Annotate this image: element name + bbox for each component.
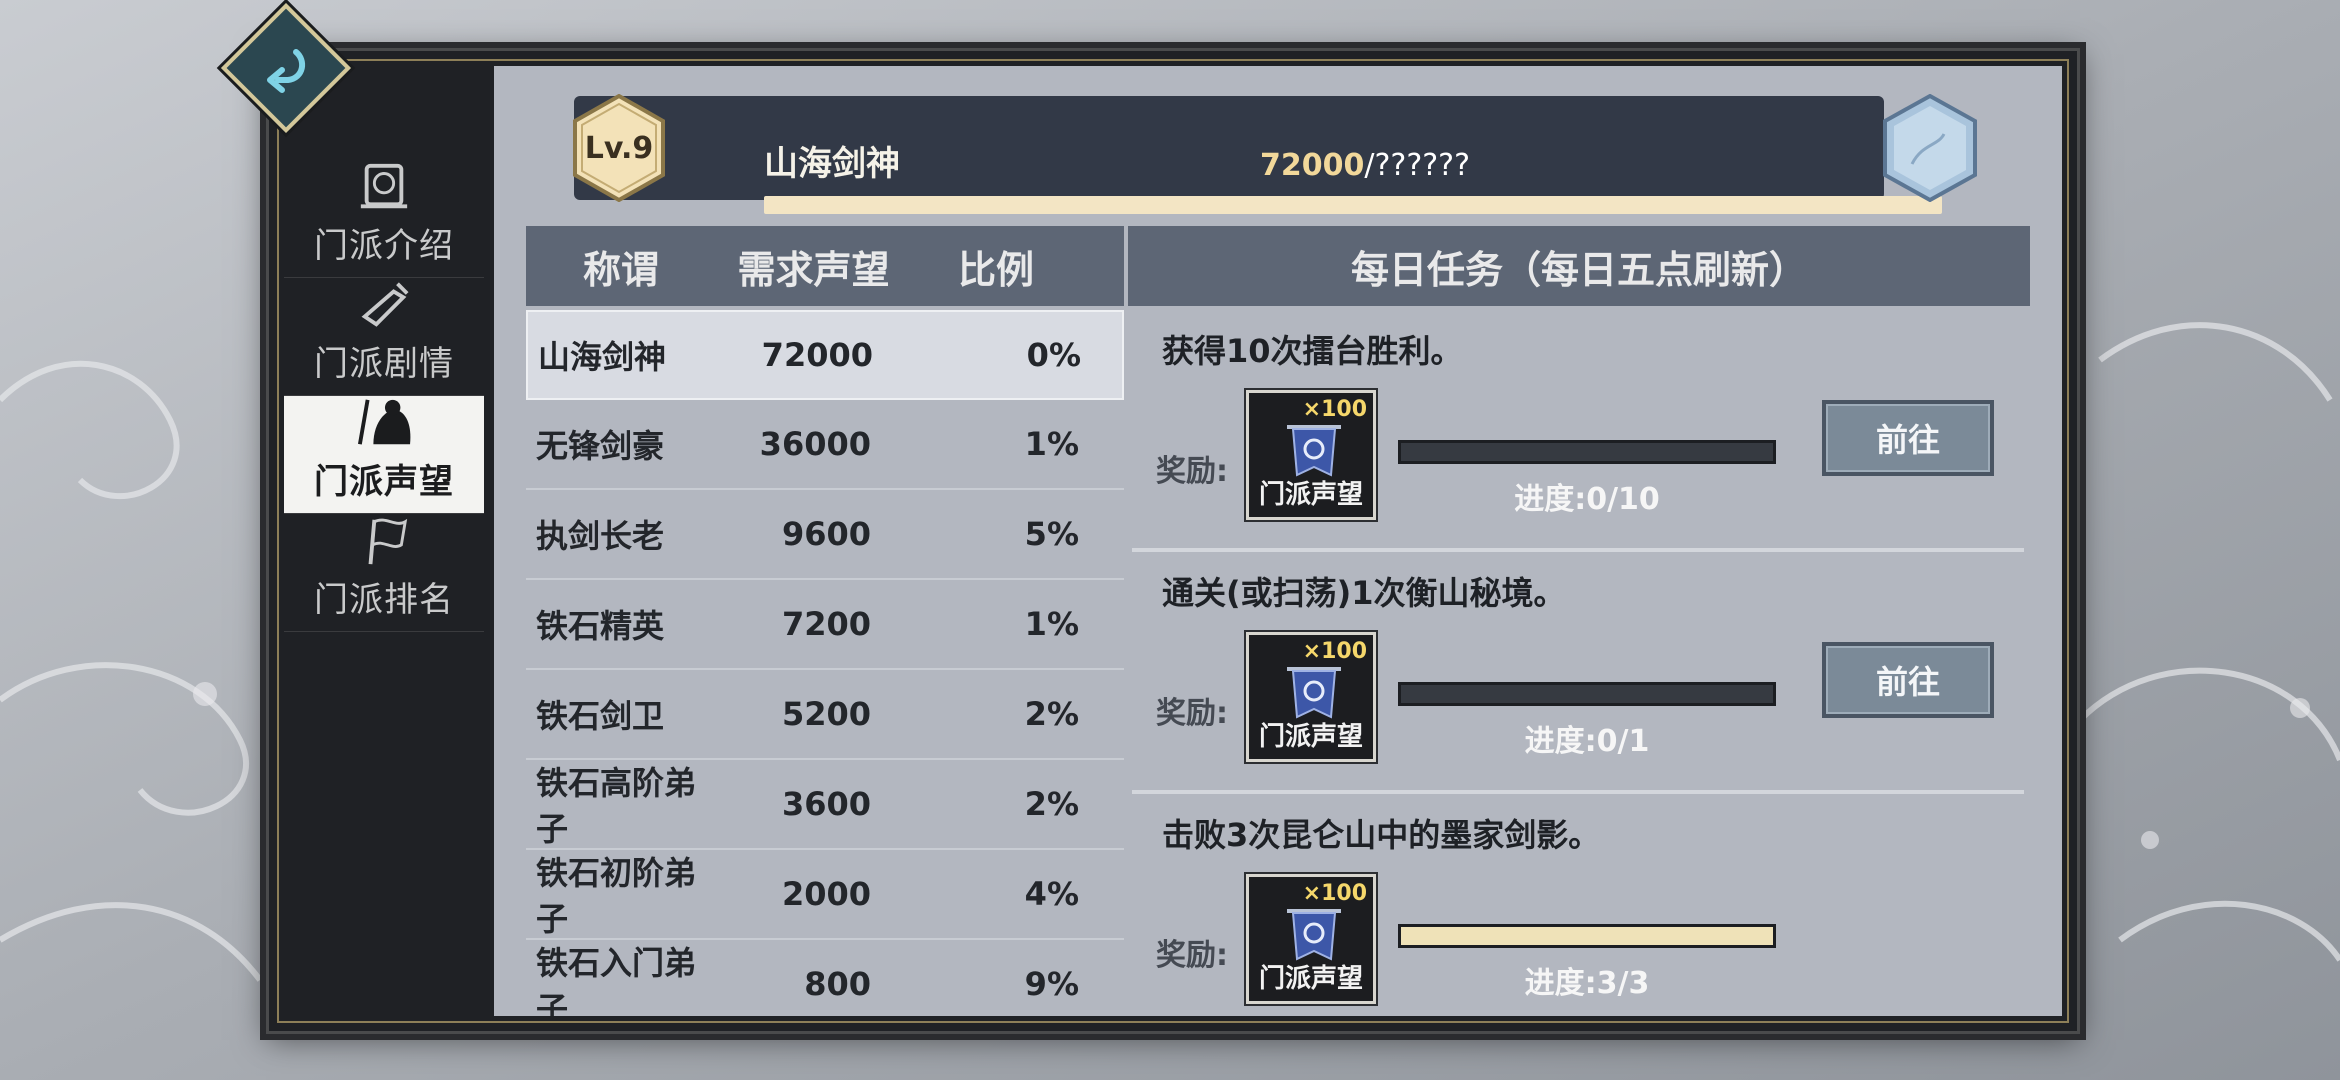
task-progress-fill (1401, 927, 1773, 945)
reward-item[interactable]: ×100 门派声望 (1246, 874, 1376, 1004)
reward-name: 门派声望 (1258, 480, 1363, 510)
title-name: 山海剑神 (538, 338, 667, 376)
col-title: 称谓 (582, 247, 659, 292)
sidebar-item-label: 门派介绍 (314, 226, 454, 266)
reward-item[interactable]: ×100 门派声望 (1246, 632, 1376, 762)
table-row: 执剑长老 9600 5% (526, 490, 1124, 580)
task-progress-text: 进度:0/1 (1524, 724, 1650, 759)
reward-name: 门派声望 (1258, 964, 1363, 994)
scroll-medallion-icon (360, 163, 408, 209)
title-name: 执剑长老 (536, 517, 665, 555)
sidebar-item-reputation[interactable]: 门派声望 (284, 396, 484, 514)
table-row: 铁石初阶弟子 2000 4% (526, 850, 1124, 940)
title-name: 无锋剑豪 (536, 427, 665, 465)
daily-tasks-header: 每日任务（每日五点刷新） (1128, 226, 2030, 306)
reward-name: 门派声望 (1258, 722, 1363, 752)
level-progress-fill (764, 196, 1942, 214)
title-required: 9600 (781, 515, 871, 553)
sidebar-item-story[interactable]: 门派剧情 (284, 278, 484, 396)
task-progress-text: 进度:3/3 (1524, 966, 1650, 1001)
title-ratio: 0% (1026, 336, 1081, 374)
daily-task-list: 获得10次擂台胜利。 奖励: ×100 门派声望 进度:0/10 前往 通关(或扫荡)1次衡… (1132, 310, 2024, 1016)
task-progress-track (1398, 440, 1776, 464)
back-arrow-icon (267, 49, 306, 94)
title-name: 铁石高阶弟子 (536, 764, 697, 848)
reward-label: 奖励: (1156, 938, 1228, 973)
ranking-flag-icon (368, 518, 408, 565)
task-progress-text: 进度:0/10 (1514, 482, 1660, 517)
level-progress-track (764, 196, 1942, 214)
title-required: 2000 (781, 875, 871, 913)
task-progress-track (1398, 682, 1776, 706)
reward-label: 奖励: (1156, 696, 1228, 731)
sidebar-item-label: 门派声望 (314, 462, 454, 502)
table-row: 无锋剑豪 36000 1% (526, 400, 1124, 490)
level-badge-text: Lv.9 (584, 130, 654, 166)
titles-table-header: 称谓 需求声望 比例 (526, 226, 1124, 306)
reward-label: 奖励: (1156, 454, 1228, 489)
level-current: 72000 (1260, 148, 1365, 183)
title-required: 3600 (781, 785, 871, 823)
table-row: 山海剑神 72000 0% (526, 310, 1124, 400)
title-required: 7200 (781, 605, 871, 643)
sidebar-item-label: 门派剧情 (314, 344, 454, 384)
title-required: 5200 (781, 695, 871, 733)
level-max: /?????? (1364, 148, 1471, 183)
daily-task: 击败3次昆仑山中的墨家剑影。奖励: ×100 门派声望 进度:3/3 (1132, 794, 2024, 1016)
table-row: 铁石入门弟子 800 9% (526, 940, 1124, 1016)
titles-table: 山海剑神 72000 0% 无锋剑豪 36000 1% 执剑长老 9600 5% 铁石精英 7200… (526, 310, 1124, 1016)
reward-quantity: ×100 (1302, 881, 1367, 906)
title-name: 铁石入门弟子 (536, 944, 697, 1016)
title-required: 72000 (761, 336, 873, 374)
task-progress-track (1398, 924, 1776, 948)
level-badge: Lv.9 (572, 94, 666, 202)
level-bar: 山海剑神 72000/?????? (574, 96, 1942, 214)
sidebar-item-ranking[interactable]: 门派排名 (284, 514, 484, 632)
go-button[interactable]: 前往 (1822, 400, 1994, 476)
reward-quantity: ×100 (1302, 397, 1367, 422)
go-button[interactable]: 前往 (1822, 642, 1994, 718)
level-progress-text: 72000/?????? (1260, 148, 1660, 183)
table-row: 铁石高阶弟子 3600 2% (526, 760, 1124, 850)
title-ratio: 1% (1024, 425, 1079, 463)
table-row: 铁石精英 7200 1% (526, 580, 1124, 670)
title-name: 铁石初阶弟子 (536, 854, 697, 938)
warrior-banner-icon (357, 399, 411, 445)
task-description: 击败3次昆仑山中的墨家剑影。 (1162, 816, 1601, 854)
title-ratio: 5% (1024, 515, 1079, 553)
table-row: 铁石剑卫 5200 2% (526, 670, 1124, 760)
title-ratio: 2% (1024, 785, 1079, 823)
sidebar-item-label: 门派排名 (314, 580, 454, 620)
daily-task: 通关(或扫荡)1次衡山秘境。奖励: ×100 门派声望 进度:0/1 前往 (1132, 552, 2024, 794)
reputation-panel: 山海剑神 72000/?????? Lv.9 称谓 需求声望 比例 山海剑神 72… (494, 66, 2062, 1016)
quill-scroll-icon (361, 282, 409, 327)
title-ratio: 2% (1024, 695, 1079, 733)
level-title: 山海剑神 (764, 144, 900, 184)
title-ratio: 9% (1024, 965, 1079, 1003)
sect-sidebar: 门派介绍 门派剧情 门派声望 门派排名 (284, 160, 484, 632)
task-description: 获得10次擂台胜利。 (1162, 332, 1463, 370)
col-ratio: 比例 (957, 247, 1034, 292)
title-ratio: 1% (1024, 605, 1079, 643)
daily-task: 获得10次擂台胜利。奖励: ×100 门派声望 进度:0/10 前往 (1132, 310, 2024, 552)
sidebar-item-intro[interactable]: 门派介绍 (284, 160, 484, 278)
title-required: 36000 (759, 425, 871, 463)
title-name: 铁石精英 (536, 607, 665, 645)
title-required: 800 (804, 965, 871, 1003)
reward-quantity: ×100 (1302, 639, 1367, 664)
task-description: 通关(或扫荡)1次衡山秘境。 (1162, 574, 1566, 612)
reward-item[interactable]: ×100 门派声望 (1246, 390, 1376, 520)
col-required: 需求声望 (737, 247, 890, 292)
blue-hex-gem-icon (1882, 93, 1978, 203)
title-ratio: 4% (1024, 875, 1079, 913)
title-name: 铁石剑卫 (536, 697, 665, 735)
